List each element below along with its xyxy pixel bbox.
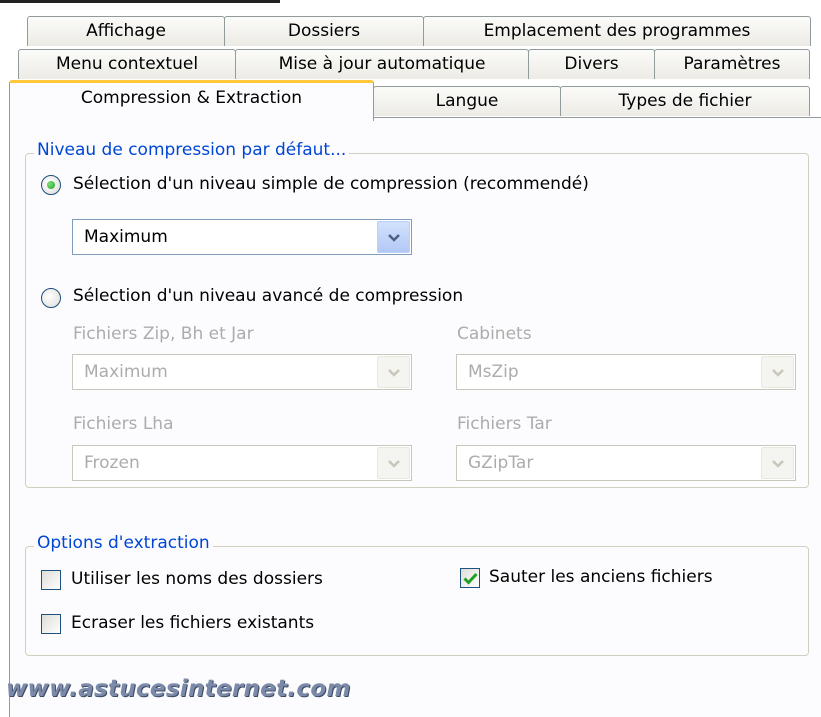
advanced-compression-radio[interactable] xyxy=(41,288,61,308)
use-folder-names-checkbox[interactable] xyxy=(41,570,61,590)
chevron-down-icon[interactable] xyxy=(377,447,410,479)
simple-compression-radio[interactable] xyxy=(41,175,61,195)
site-watermark: www.astucesinternet.com xyxy=(6,676,351,702)
top-border-line xyxy=(0,0,280,3)
cabinets-compression-select[interactable]: MsZip xyxy=(456,354,796,390)
radio-selected-dot xyxy=(47,181,55,189)
tar-compression-value: GZipTar xyxy=(468,453,534,473)
tab-compression-extraction[interactable]: Compression & Extraction xyxy=(9,80,374,121)
advanced-compression-label: Sélection d'un niveau avancé de compress… xyxy=(73,286,464,306)
chevron-down-icon[interactable] xyxy=(377,221,410,253)
lha-compression-value: Frozen xyxy=(84,453,140,473)
tab-menu-contextuel[interactable]: Menu contextuel xyxy=(18,49,236,79)
extraction-options-group xyxy=(25,546,809,656)
tab-affichage[interactable]: Affichage xyxy=(27,16,225,46)
tab-dossiers[interactable]: Dossiers xyxy=(224,16,424,46)
zip-compression-select[interactable]: Maximum xyxy=(72,354,412,390)
tar-files-label: Fichiers Tar xyxy=(457,414,552,434)
chevron-down-icon[interactable] xyxy=(761,447,794,479)
compression-level-legend: Niveau de compression par défaut... xyxy=(34,140,350,160)
use-folder-names-label: Utiliser les noms des dossiers xyxy=(71,569,323,589)
chevron-down-icon[interactable] xyxy=(377,356,410,388)
lha-files-label: Fichiers Lha xyxy=(73,414,174,434)
compression-level-group xyxy=(25,153,809,488)
skip-old-files-label: Sauter les anciens fichiers xyxy=(489,567,713,587)
tab-parametres[interactable]: Paramètres xyxy=(654,49,810,79)
tab-mise-a-jour-automatique[interactable]: Mise à jour automatique xyxy=(235,49,529,79)
simple-compression-label: Sélection d'un niveau simple de compress… xyxy=(73,174,589,194)
tab-divers[interactable]: Divers xyxy=(528,49,655,79)
tab-emplacement-des-programmes[interactable]: Emplacement des programmes xyxy=(423,16,811,46)
simple-compression-select[interactable]: Maximum xyxy=(72,219,412,255)
tar-compression-select[interactable]: GZipTar xyxy=(456,445,796,481)
extraction-options-legend: Options d'extraction xyxy=(34,533,213,553)
tab-types-de-fichier[interactable]: Types de fichier xyxy=(560,86,810,116)
tab-langue[interactable]: Langue xyxy=(373,86,561,116)
overwrite-existing-files-label: Ecraser les fichiers existants xyxy=(71,613,315,633)
overwrite-existing-files-checkbox[interactable] xyxy=(41,614,61,634)
cabinets-compression-value: MsZip xyxy=(468,362,519,382)
chevron-down-icon[interactable] xyxy=(761,356,794,388)
skip-old-files-checkbox[interactable] xyxy=(460,568,480,588)
zip-files-label: Fichiers Zip, Bh et Jar xyxy=(73,324,254,344)
cabinets-label: Cabinets xyxy=(457,324,532,344)
checkmark-icon xyxy=(463,572,478,585)
simple-compression-value: Maximum xyxy=(84,227,168,247)
lha-compression-select[interactable]: Frozen xyxy=(72,445,412,481)
zip-compression-value: Maximum xyxy=(84,362,168,382)
